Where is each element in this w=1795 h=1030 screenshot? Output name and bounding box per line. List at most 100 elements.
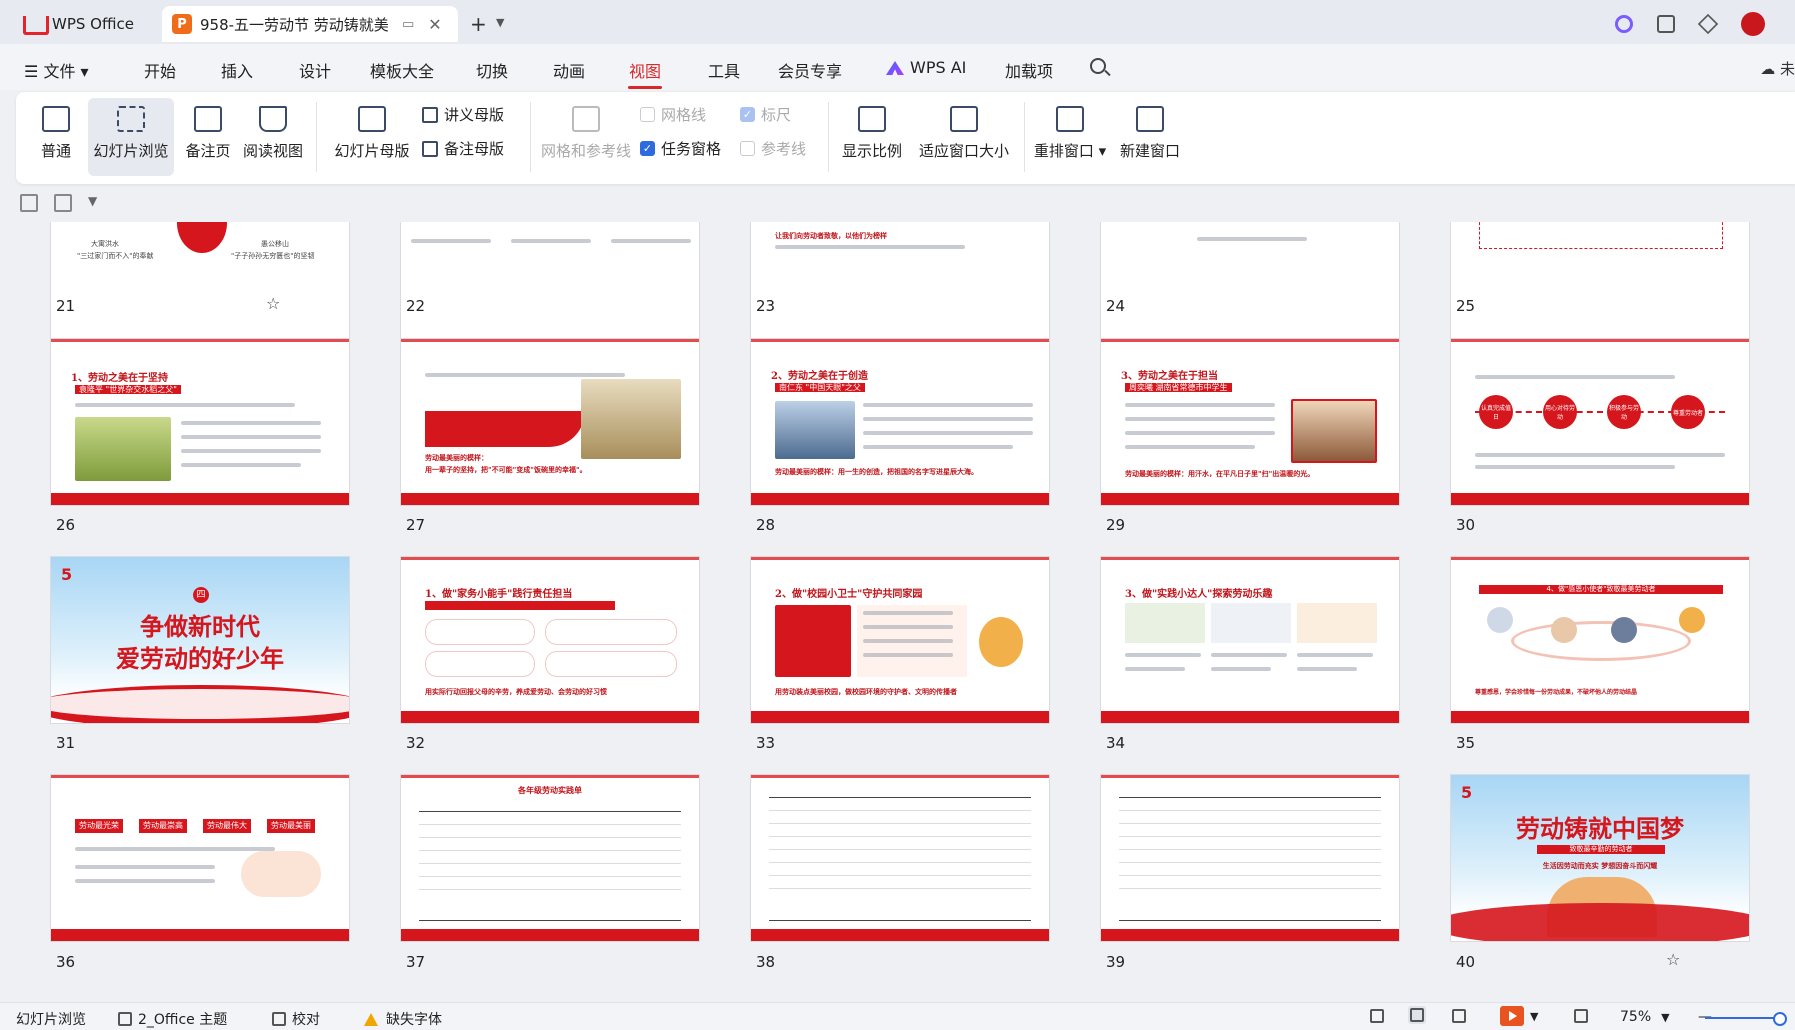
cloud-sync[interactable]: ☁ 未 bbox=[1760, 58, 1795, 79]
text-line bbox=[1297, 667, 1357, 671]
slide-sorter-icon bbox=[1410, 1008, 1424, 1022]
save-icon[interactable] bbox=[54, 194, 72, 212]
copilot-icon[interactable] bbox=[1615, 15, 1633, 33]
new-window-label: 新建窗口 bbox=[1119, 142, 1180, 160]
slide-thumbnail-28[interactable]: 2、劳动之美在于创造 南仁东 "中国天眼"之父 劳动最美丽的模样：用一生的创造，… bbox=[750, 338, 1050, 506]
menu-transitions[interactable]: 切换 bbox=[476, 58, 508, 82]
reading-view-button[interactable]: 阅读视图 bbox=[238, 106, 308, 161]
slide-thumbnail-29[interactable]: 3、劳动之美在于担当 周奕曦 湖南省常德市中学生 劳动最美丽的模样：用汗水，在平… bbox=[1100, 338, 1400, 506]
slide-sorter-status-button[interactable] bbox=[1408, 1006, 1426, 1024]
guides-checkbox[interactable]: 参考线 bbox=[740, 138, 806, 159]
star-icon[interactable]: ☆ bbox=[1666, 950, 1680, 969]
document-tab[interactable]: P 958-五一劳动节 劳动铸就美 ▭ ✕ bbox=[162, 6, 458, 42]
menu-animations[interactable]: 动画 bbox=[553, 58, 585, 82]
portrait-photo bbox=[581, 379, 681, 459]
slide-headline: 劳动铸就中国梦 bbox=[1516, 814, 1684, 843]
chevron-down-icon[interactable]: ▼ bbox=[1530, 1010, 1538, 1023]
slide-sorter-button[interactable]: 幻灯片浏览 bbox=[88, 98, 174, 176]
fit-window-button[interactable]: 适应窗口大小 bbox=[912, 106, 1016, 161]
window-controls bbox=[1615, 12, 1765, 36]
menu-file[interactable]: ☰ 文件 ▾ bbox=[24, 58, 89, 82]
search-icon[interactable] bbox=[1090, 58, 1106, 74]
menu-templates[interactable]: 模板大全 bbox=[370, 58, 434, 82]
fit-window-status-button[interactable] bbox=[1574, 1009, 1594, 1023]
slide-thumbnail-37[interactable]: 各年级劳动实践单 bbox=[400, 774, 700, 942]
slide-thumbnail-39[interactable] bbox=[1100, 774, 1400, 942]
normal-view-status-button[interactable] bbox=[1370, 1009, 1390, 1023]
star-icon[interactable]: ☆ bbox=[266, 294, 280, 313]
slide-red-band bbox=[401, 711, 699, 723]
text-line bbox=[1125, 417, 1275, 421]
zoom-slider[interactable] bbox=[1705, 1012, 1787, 1026]
menu-insert[interactable]: 插入 bbox=[221, 58, 253, 82]
wps-logo-icon bbox=[22, 13, 49, 35]
menu-home[interactable]: 开始 bbox=[144, 58, 176, 82]
ribbon-divider bbox=[828, 102, 829, 172]
avatar[interactable] bbox=[1741, 12, 1765, 36]
gridlines-checkbox[interactable]: 网格线 bbox=[640, 104, 706, 125]
chevron-down-icon[interactable]: ▼ bbox=[88, 194, 106, 212]
slide-master-button[interactable]: 幻灯片母版 bbox=[326, 106, 418, 161]
home-tab[interactable]: WPS Office bbox=[10, 6, 160, 42]
zoom-ratio-button[interactable]: 显示比例 bbox=[836, 106, 908, 161]
cube-icon[interactable] bbox=[1697, 13, 1719, 35]
zoom-level[interactable]: 75% ▼ bbox=[1620, 1009, 1670, 1025]
slide-sorter-label: 幻灯片浏览 bbox=[93, 142, 169, 160]
slide-thumbnail-36[interactable]: 劳动最光荣 劳动最崇高 劳动最伟大 劳动最美丽 bbox=[50, 774, 350, 942]
worker-ring bbox=[1511, 621, 1691, 661]
guides-label: 参考线 bbox=[761, 140, 807, 158]
slide-thumbnail-31[interactable]: 5 四 争做新时代 爱劳动的好少年 bbox=[50, 556, 350, 724]
notes-master-button[interactable]: 备注母版 bbox=[422, 138, 504, 159]
text-line bbox=[181, 435, 321, 439]
slide-thumbnail-32[interactable]: 1、做"家务小能手"践行责任担当 用实际行动回报父母的辛劳，养成爱劳动、会劳动的… bbox=[400, 556, 700, 724]
slide-thumbnail-35[interactable]: 4、做"感恩小使者"致敬最美劳动者 尊重感恩，学会珍惜每一份劳动成果，不破坏他人… bbox=[1450, 556, 1750, 724]
slide-red-band bbox=[1451, 493, 1749, 505]
slide-thumbnail-40[interactable]: 5 劳动铸就中国梦 致敬最辛勤的劳动者 生活因劳动而充实 梦想因奋斗而闪耀 bbox=[1450, 774, 1750, 942]
task-pane-checkbox[interactable]: ✓ 任务窗格 bbox=[640, 138, 721, 159]
new-tab-button[interactable]: + bbox=[470, 12, 487, 36]
menu-member[interactable]: 会员专享 bbox=[778, 58, 842, 82]
handout-master-icon bbox=[422, 106, 438, 123]
close-tab-icon[interactable]: ✕ bbox=[428, 15, 441, 34]
notes-page-button[interactable]: 备注页 bbox=[178, 106, 238, 161]
slide-thumbnail-34[interactable]: 3、做"实践小达人"探索劳动乐趣 bbox=[1100, 556, 1400, 724]
chevron-down-icon[interactable]: ▼ bbox=[496, 16, 504, 29]
slide-heading: 4、做"感恩小使者"致敬最美劳动者 bbox=[1479, 585, 1723, 594]
slide-red-top bbox=[1101, 775, 1399, 778]
status-proofing[interactable]: 校对 bbox=[272, 1009, 320, 1029]
practice-table bbox=[1119, 797, 1381, 921]
status-theme[interactable]: 2_Office 主题 bbox=[118, 1009, 227, 1029]
reading-view-status-button[interactable] bbox=[1452, 1009, 1472, 1023]
text-line bbox=[1125, 667, 1185, 671]
normal-view-button[interactable]: 普通 bbox=[28, 106, 84, 161]
table-row bbox=[769, 863, 1031, 876]
slide-thumbnail-26[interactable]: 1、劳动之美在于坚持 袁隆平 "世界杂交水稻之父" bbox=[50, 338, 350, 506]
window-restore-icon[interactable] bbox=[1657, 15, 1675, 33]
arrange-windows-button[interactable]: 重排窗口 ▾ bbox=[1032, 106, 1108, 161]
monitor-icon[interactable]: ▭ bbox=[402, 17, 414, 32]
slogan-tag: 劳动最伟大 bbox=[203, 819, 251, 833]
slide-thumbnail-33[interactable]: 2、做"校园小卫士"守护共同家园 用劳动装点美丽校园，做校园环境的守护者、文明的… bbox=[750, 556, 1050, 724]
slide-red-top bbox=[1101, 557, 1399, 560]
menu-design[interactable]: 设计 bbox=[299, 58, 331, 82]
slide-number: 29 bbox=[1106, 516, 1126, 534]
new-window-button[interactable]: 新建窗口 bbox=[1112, 106, 1188, 161]
ruler-checkbox[interactable]: ✓ 标尺 bbox=[740, 104, 791, 125]
menu-tools[interactable]: 工具 bbox=[708, 58, 740, 82]
slide-headline: 爱劳动的好少年 bbox=[116, 644, 284, 673]
menu-view[interactable]: 视图 bbox=[629, 58, 661, 82]
crop-icon[interactable] bbox=[20, 194, 38, 212]
slide-thumbnail-38[interactable] bbox=[750, 774, 1050, 942]
menu-bar: ☰ 文件 ▾ 开始 插入 设计 模板大全 切换 动画 视图 工具 会员专享 WP… bbox=[0, 44, 1795, 90]
play-slideshow-button[interactable]: ▼ bbox=[1500, 1006, 1538, 1026]
slide-number: 36 bbox=[56, 953, 76, 971]
new-window-icon bbox=[1136, 106, 1164, 132]
status-missing-font[interactable]: 缺失字体 bbox=[364, 1009, 442, 1029]
menu-wps-ai[interactable]: WPS AI bbox=[886, 58, 966, 77]
handout-master-button[interactable]: 讲义母版 bbox=[422, 104, 504, 125]
menu-addins[interactable]: 加载项 bbox=[1005, 58, 1053, 82]
grid-guides-button[interactable]: 网格和参考线 bbox=[536, 106, 636, 161]
slide-thumbnail-30[interactable]: 认真完成值日 用心对待劳动 积极参与劳动 尊重劳动者 bbox=[1450, 338, 1750, 506]
rice-field-photo bbox=[75, 417, 171, 481]
slide-thumbnail-27[interactable]: 劳动最美丽的模样： 用一辈子的坚持，把"不可能"变成"饭碗里的幸福"。 bbox=[400, 338, 700, 506]
